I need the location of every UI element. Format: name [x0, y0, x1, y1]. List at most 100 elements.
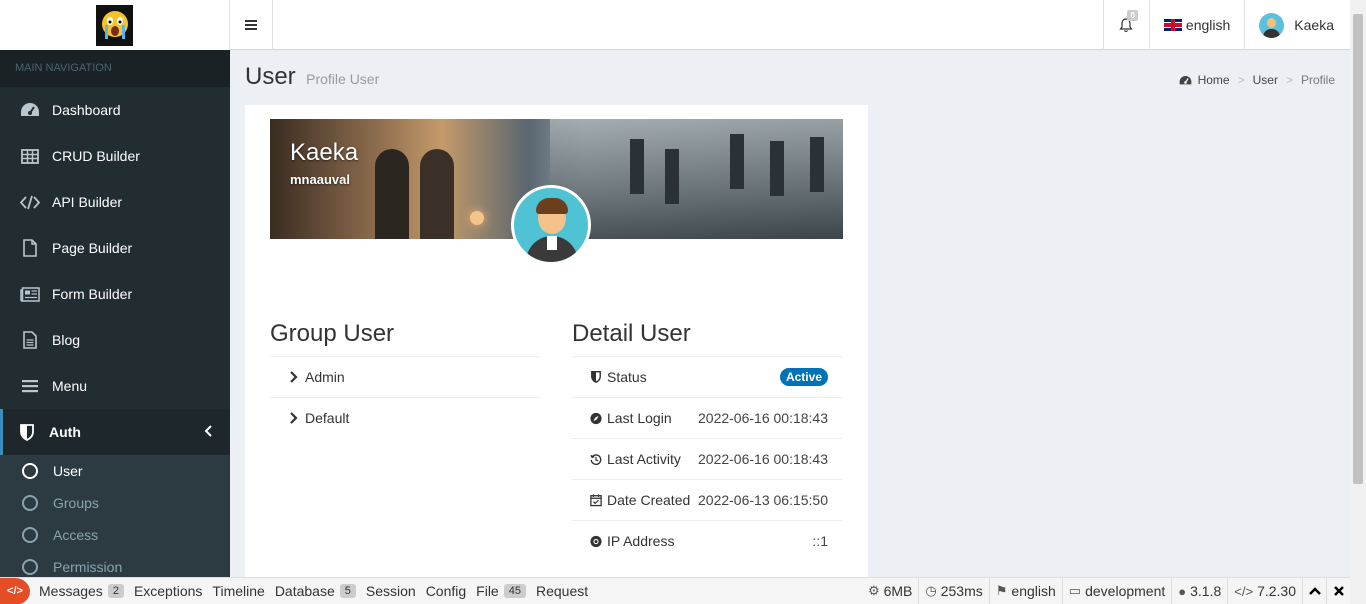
page-scrollbar[interactable] [1350, 0, 1366, 604]
debug-tab-config[interactable]: Config [421, 583, 471, 599]
sidebar-item-label: CRUD Builder [52, 148, 140, 164]
table-icon [20, 147, 40, 165]
shield-icon [590, 371, 602, 383]
debug-tab-session[interactable]: Session [361, 583, 421, 599]
sidebar-item-form-builder[interactable]: Form Builder [0, 271, 230, 317]
status-badge: Active [779, 368, 828, 386]
memory-value: 6MB [883, 583, 913, 599]
debugbar-logo-icon[interactable]: </> [0, 577, 30, 604]
sidebar-subitem-permission[interactable]: Permission [0, 551, 230, 577]
bars-icon [20, 377, 40, 395]
debug-toolbar: </> Messages 2 Exceptions Timeline Datab… [0, 577, 1350, 604]
debug-tab-messages[interactable]: Messages 2 [34, 583, 129, 599]
sidebar-item-dashboard[interactable]: Dashboard [0, 87, 230, 133]
sidebar-item-menu[interactable]: Menu [0, 363, 230, 409]
page-title: User [245, 63, 296, 90]
detail-label: Status [607, 369, 647, 385]
file-text-icon [20, 331, 40, 349]
debug-tab-count: 45 [503, 584, 526, 598]
chevron-right-icon [288, 412, 300, 424]
debug-tab-request[interactable]: Request [531, 583, 593, 599]
sidebar-item-label: Menu [52, 378, 88, 394]
debug-time: ◷ 253ms [918, 577, 988, 604]
group-item-default[interactable]: Default [270, 397, 540, 438]
sidebar-subitem-access[interactable]: Access [0, 519, 230, 551]
detail-value: 2022-06-16 00:18:43 [698, 410, 828, 426]
detail-label: Date Created [607, 492, 691, 508]
circle-icon [22, 559, 38, 575]
sidebar-item-label: Dashboard [52, 102, 121, 118]
language-label: english [1185, 17, 1231, 33]
detail-user-title: Detail User [572, 320, 691, 347]
sidebar-subitem-user[interactable]: User [0, 455, 230, 487]
code-icon [20, 193, 40, 211]
desktop-icon: ▭ [1068, 583, 1082, 598]
profile-box: Kaeka mnaauval Group User Admin Default … [245, 105, 868, 577]
hamburger-icon [245, 20, 257, 30]
debug-tab-database[interactable]: Database 5 [270, 583, 361, 599]
sidebar-item-label: Auth [49, 424, 81, 440]
circle-icon [22, 527, 38, 543]
detail-label: Last Activity [607, 451, 681, 467]
scrollbar-thumb[interactable] [1353, 14, 1363, 484]
detail-label: IP Address [607, 533, 675, 549]
debug-tab-label: Config [425, 583, 467, 599]
profile-username: mnaauval [290, 172, 350, 187]
detail-row-last-login: Last Login 2022-06-16 00:18:43 [572, 397, 843, 438]
debug-tab-label: Database [274, 583, 335, 599]
debug-tab-timeline[interactable]: Timeline [207, 583, 269, 599]
calendar-check-icon [590, 493, 602, 507]
sidebar-item-blog[interactable]: Blog [0, 317, 230, 363]
detail-row-last-activity: Last Activity 2022-06-16 00:18:43 [572, 438, 843, 479]
group-name: Admin [305, 369, 345, 385]
sidebar-toggle-button[interactable] [230, 0, 273, 50]
uk-flag-icon [1163, 19, 1182, 31]
debug-php-version: </> 7.2.30 [1227, 577, 1302, 604]
debug-tab-label: Exceptions [133, 583, 203, 599]
file-icon [20, 239, 40, 257]
sidebar-item-label: Blog [52, 332, 81, 348]
locale-value: english [1011, 583, 1056, 599]
compass-icon [590, 412, 602, 425]
code-icon: </> [1234, 583, 1254, 599]
notifications-button[interactable]: 0 [1102, 0, 1149, 50]
notification-count-badge: 0 [1127, 10, 1138, 21]
breadcrumb-separator: > [1285, 73, 1293, 87]
sidebar-item-auth[interactable]: Auth [0, 409, 230, 455]
debugbar-expand-button[interactable] [1302, 577, 1326, 604]
debug-tab-label: Session [365, 583, 416, 599]
sidebar-item-page-builder[interactable]: Page Builder [0, 225, 230, 271]
logo[interactable] [0, 0, 230, 50]
php-version-value: 7.2.30 [1257, 583, 1296, 599]
group-item-admin[interactable]: Admin [270, 356, 540, 397]
breadcrumb-separator: > [1237, 73, 1245, 87]
group-user-title: Group User [270, 320, 395, 347]
user-menu[interactable]: Kaeka [1244, 0, 1350, 50]
debug-tab-file[interactable]: File 45 [471, 583, 531, 599]
debugbar-close-button[interactable] [1326, 577, 1350, 604]
flag-icon: ⚑ [995, 583, 1008, 598]
cogs-icon: ⚙ [867, 583, 880, 598]
crying-emoji-logo-icon [96, 4, 133, 46]
sidebar: MAIN NAVIGATION Dashboard CRUD Builder A… [0, 50, 230, 577]
time-value: 253ms [940, 583, 983, 599]
breadcrumb-user[interactable]: User [1253, 73, 1278, 87]
sidebar-item-label: API Builder [52, 194, 123, 210]
debug-tab-exceptions[interactable]: Exceptions [129, 583, 207, 599]
language-dropdown[interactable]: english [1148, 0, 1244, 50]
debug-tab-label: File [476, 583, 499, 599]
detail-value: 2022-06-16 00:18:43 [698, 451, 828, 467]
detail-row-ip-address: IP Address ::1 [572, 520, 843, 561]
dashboard-icon [1179, 75, 1191, 84]
sidebar-item-api-builder[interactable]: API Builder [0, 179, 230, 225]
sidebar-item-crud-builder[interactable]: CRUD Builder [0, 133, 230, 179]
breadcrumb-home[interactable]: Home [1198, 73, 1230, 87]
circle-icon [22, 495, 38, 511]
detail-row-date-created: Date Created 2022-06-13 06:15:50 [572, 479, 843, 520]
page-subtitle: Profile User [306, 71, 380, 87]
debug-tab-label: Request [535, 583, 589, 599]
close-icon [1333, 586, 1344, 596]
auth-submenu: User Groups Access Permission [0, 455, 230, 577]
sidebar-subitem-groups[interactable]: Groups [0, 487, 230, 519]
detail-label: Last Login [607, 410, 672, 426]
